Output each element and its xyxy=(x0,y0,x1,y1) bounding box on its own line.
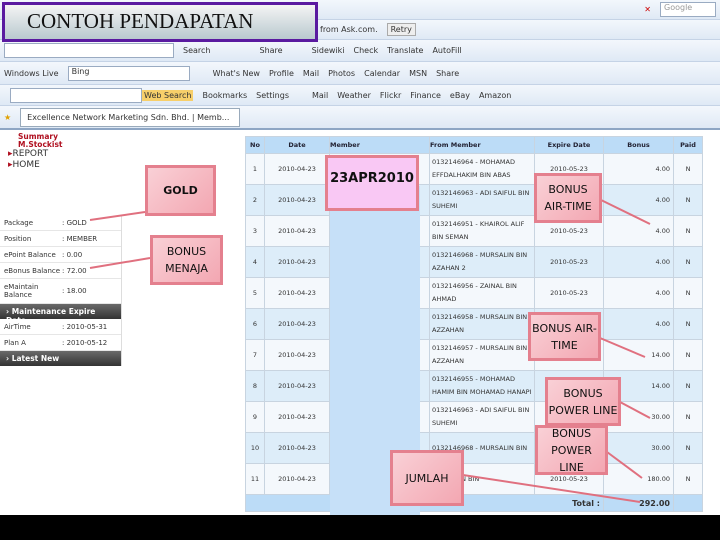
line-jumlah xyxy=(462,474,641,503)
black-bar xyxy=(0,515,720,540)
line-power2 xyxy=(606,451,643,479)
callout-lines xyxy=(89,199,651,503)
callout-gold: GOLD xyxy=(145,165,216,216)
callout-date: 23APR2010 xyxy=(325,155,419,211)
callout-jumlah: JUMLAH xyxy=(390,450,464,506)
line-airtime1 xyxy=(600,199,651,225)
line-gold xyxy=(89,211,146,221)
line-menaja xyxy=(89,257,151,269)
callout-bonus-menaja: BONUS MENAJA xyxy=(150,235,223,285)
callout-powerline-2: BONUS POWER LINE xyxy=(535,425,608,475)
line-airtime2 xyxy=(599,337,646,358)
callout-airtime-1: BONUS AIR-TIME xyxy=(534,173,602,223)
slide-title: CONTOH PENDAPATAN xyxy=(2,2,318,42)
callout-airtime-2: BONUS AIR-TIME xyxy=(528,312,601,361)
callout-powerline-1: BONUS POWER LINE xyxy=(545,377,621,426)
line-power1 xyxy=(619,401,651,419)
